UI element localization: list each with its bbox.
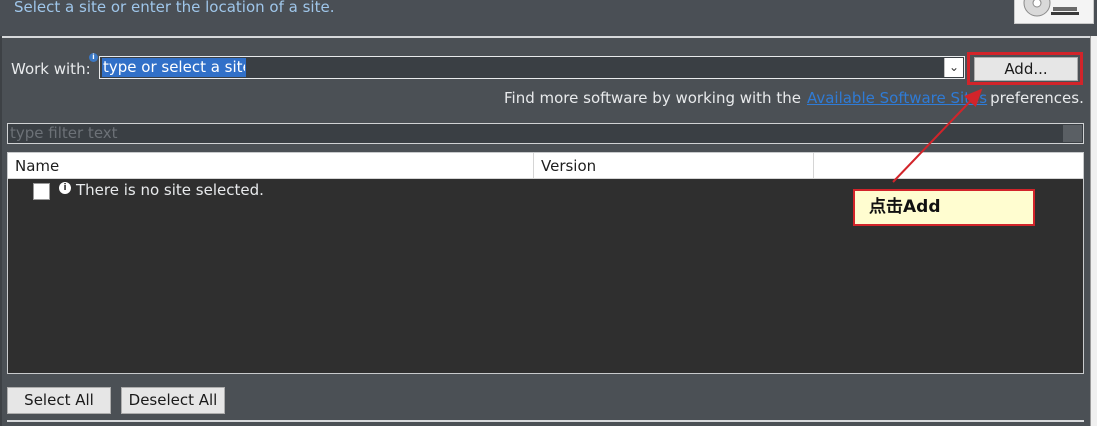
work-with-label: Work with: (11, 60, 91, 78)
filter-input[interactable]: type filter text (10, 124, 118, 143)
column-header-version[interactable]: Version (534, 153, 814, 178)
available-software-sites-link[interactable]: Available Software Sites (807, 89, 987, 107)
software-table[interactable]: Name Version i There is no site selected… (7, 152, 1084, 374)
left-border (0, 36, 2, 426)
deselect-all-button[interactable]: Deselect All (121, 387, 225, 414)
install-wizard-logo-icon (1014, 0, 1094, 24)
dialog-header: Select a site or enter the location of a… (0, 0, 1097, 38)
site-input[interactable] (102, 58, 246, 77)
table-header: Name Version (8, 153, 1083, 179)
filter-field[interactable]: type filter text (7, 123, 1084, 144)
filter-clear-icon[interactable] (1063, 125, 1082, 142)
window-scroll-edge (1090, 36, 1097, 426)
header-subtitle: Select a site or enter the location of a… (14, 0, 335, 16)
annotation-callout: 点击Add (853, 189, 1035, 226)
site-combo-box[interactable]: ⌄ (99, 56, 965, 79)
bottom-separator (7, 420, 1084, 422)
column-header-name[interactable]: Name (8, 153, 534, 178)
info-icon: i (59, 182, 71, 194)
find-more-text: Find more software by working with the Av… (504, 89, 1084, 107)
find-more-prefix: Find more software by working with the (504, 89, 801, 107)
add-button[interactable]: Add... (974, 57, 1078, 81)
row-checkbox[interactable] (33, 183, 50, 200)
select-all-button[interactable]: Select All (7, 387, 111, 414)
column-header-extra[interactable] (814, 153, 1083, 178)
find-more-suffix: preferences. (990, 89, 1084, 107)
chevron-down-icon[interactable]: ⌄ (944, 58, 963, 77)
info-icon: i (89, 53, 98, 62)
row-text: There is no site selected. (76, 181, 264, 199)
